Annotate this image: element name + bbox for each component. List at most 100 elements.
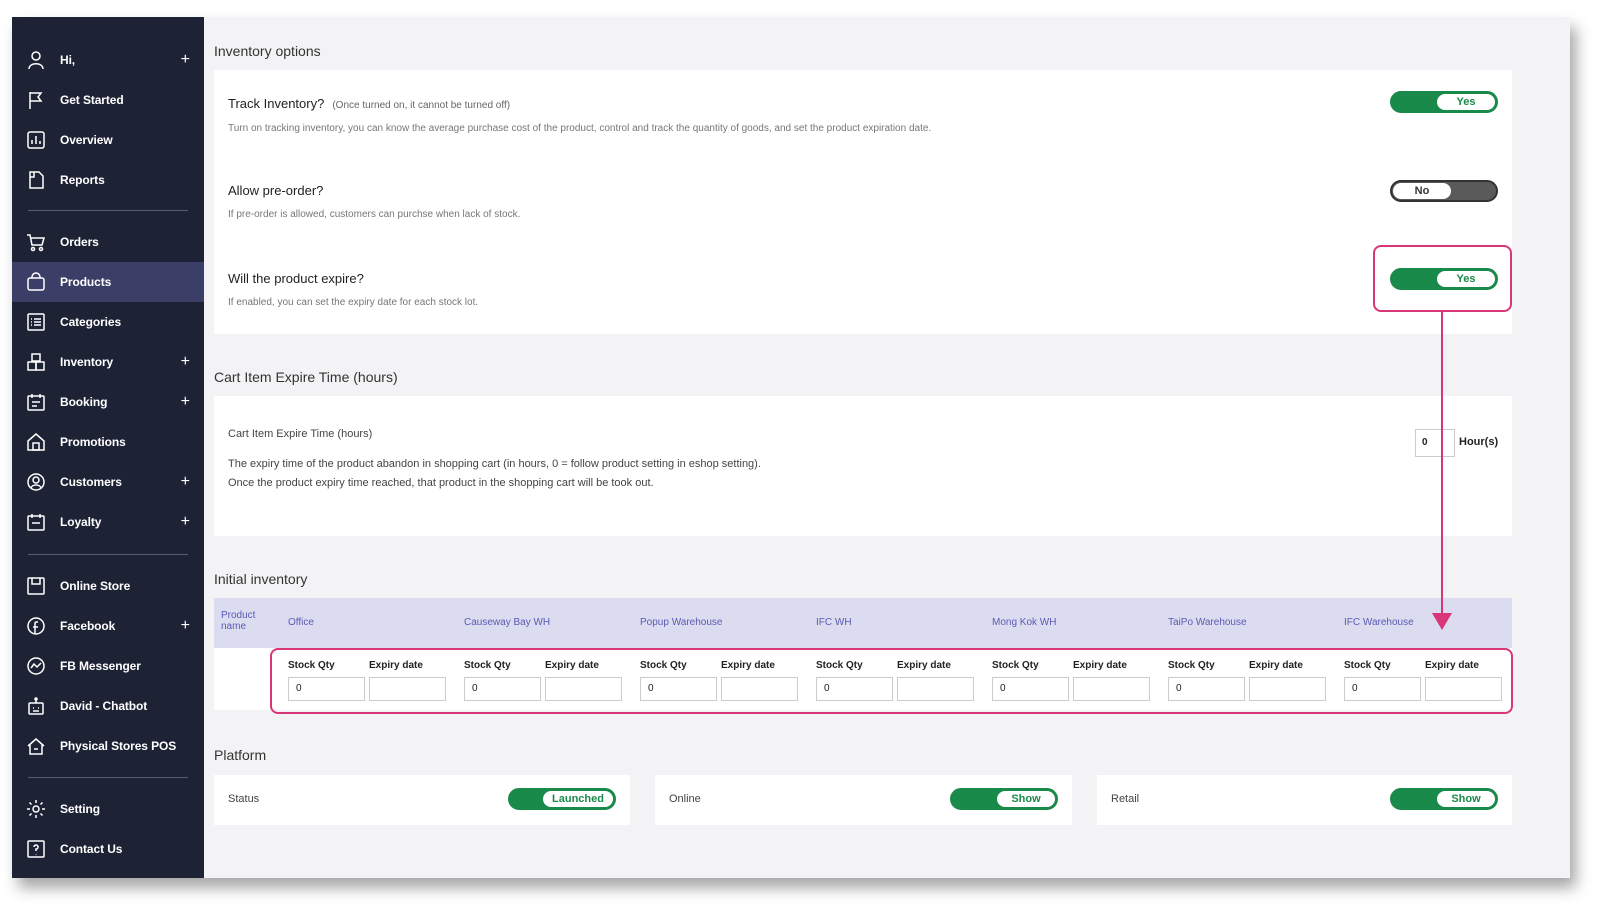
sidebar-item-orders[interactable]: Orders — [12, 222, 204, 262]
warehouse-name: IFC WH — [816, 617, 852, 628]
status-launched-toggle[interactable]: Launched — [508, 788, 616, 810]
sidebar-item-label: Get Started — [60, 93, 124, 107]
sidebar-item-booking[interactable]: Booking + — [12, 382, 204, 422]
sidebar-item-inventory[interactable]: Inventory + — [12, 342, 204, 382]
sidebar-item-customers[interactable]: Customers + — [12, 462, 204, 502]
expand-plus-icon[interactable]: + — [181, 353, 190, 371]
sidebar-item-label: Setting — [60, 802, 100, 816]
expand-plus-icon[interactable]: + — [181, 473, 190, 491]
warehouse-name: Causeway Bay WH — [464, 617, 551, 628]
store-icon — [26, 432, 46, 452]
allow-preorder-title: Allow pre-order? — [228, 183, 324, 198]
loyalty-icon — [26, 512, 46, 532]
expand-plus-icon[interactable]: + — [181, 51, 190, 69]
expand-plus-icon[interactable]: + — [181, 393, 190, 411]
platform-online-label: Online — [669, 793, 701, 805]
warehouse-name: Mong Kok WH — [992, 617, 1057, 628]
list-icon — [26, 312, 46, 332]
warehouse-name: Office — [288, 617, 314, 628]
platform-retail-card: Retail Show — [1097, 775, 1512, 825]
track-inventory-toggle[interactable]: Yes — [1390, 91, 1498, 113]
sidebar-item-reports[interactable]: Reports — [12, 160, 204, 200]
sidebar-item-label: Reports — [60, 173, 105, 187]
online-store-icon — [26, 576, 46, 596]
track-inventory-title: Track Inventory? (Once turned on, it cann… — [228, 96, 510, 111]
sidebar-item-setting[interactable]: Setting — [12, 789, 204, 829]
retail-show-toggle[interactable]: Show — [1390, 788, 1498, 810]
product-name-header: Product name — [221, 610, 256, 632]
track-inventory-note: (Once turned on, it cannot be turned off… — [332, 100, 511, 111]
initial-inventory-title: Initial inventory — [214, 571, 308, 587]
sidebar-item-label: Overview — [60, 133, 113, 147]
sidebar-item-overview[interactable]: Overview — [12, 120, 204, 160]
expire-toggle-highlight — [1373, 245, 1512, 312]
toggle-label: Show — [997, 791, 1055, 807]
sidebar-divider — [28, 554, 188, 555]
sidebar-item-label: Promotions — [60, 435, 126, 449]
cart-icon — [26, 232, 46, 252]
allow-preorder-toggle[interactable]: No — [1390, 180, 1498, 202]
sidebar-item-label: Customers — [60, 475, 122, 489]
messenger-icon — [26, 656, 46, 676]
calendar-icon — [26, 392, 46, 412]
track-inventory-label: Track Inventory? — [228, 96, 325, 111]
sidebar-item-fb-messenger[interactable]: FB Messenger — [12, 646, 204, 686]
document-icon — [26, 170, 46, 190]
sidebar-item-products[interactable]: Products — [12, 262, 204, 302]
sidebar-item-chatbot[interactable]: David - Chatbot — [12, 686, 204, 726]
warehouse-name: IFC Warehouse — [1344, 617, 1414, 628]
inventory-options-title: Inventory options — [214, 43, 321, 59]
chart-icon — [26, 130, 46, 150]
cart-expire-desc-2: Once the product expiry time reached, th… — [228, 477, 654, 489]
sidebar-divider — [28, 777, 188, 778]
sidebar-item-get-started[interactable]: Get Started — [12, 80, 204, 120]
sidebar-item-label: Inventory — [60, 355, 114, 369]
house-icon — [26, 736, 46, 756]
sidebar-item-loyalty[interactable]: Loyalty + — [12, 502, 204, 542]
sidebar-item-facebook[interactable]: Facebook + — [12, 606, 204, 646]
highlight-arrow-line — [1441, 312, 1443, 614]
toggle-label: Yes — [1437, 94, 1495, 110]
stock-row-highlight — [270, 648, 1513, 714]
sidebar-item-label: Loyalty — [60, 515, 102, 529]
warehouse-name: Popup Warehouse — [640, 617, 723, 628]
cart-expire-desc-1: The expiry time of the product abandon i… — [228, 458, 761, 470]
product-expire-title: Will the product expire? — [228, 271, 364, 286]
sidebar-item-label: Physical Stores POS — [60, 739, 177, 753]
user-icon — [26, 50, 46, 70]
sidebar-item-label: Facebook — [60, 619, 116, 633]
highlight-arrow-head-icon — [1432, 613, 1452, 630]
bag-icon — [26, 272, 46, 292]
sidebar-item-contact-us[interactable]: Contact Us — [12, 829, 204, 869]
allow-preorder-desc: If pre-order is allowed, customers can p… — [228, 209, 521, 220]
online-show-toggle[interactable]: Show — [950, 788, 1058, 810]
toggle-label: Show — [1437, 791, 1495, 807]
product-expire-desc: If enabled, you can set the expiry date … — [228, 297, 479, 308]
sidebar-item-physical-stores-pos[interactable]: Physical Stores POS — [12, 726, 204, 766]
sidebar-item-label: FB Messenger — [60, 659, 141, 673]
platform-online-card: Online Show — [655, 775, 1072, 825]
cart-expire-card: Cart Item Expire Time (hours) The expiry… — [214, 396, 1512, 536]
toggle-label: Launched — [543, 791, 613, 807]
sidebar-item-user[interactable]: Hi, + — [12, 40, 204, 80]
boxes-icon — [26, 352, 46, 372]
platform-status-card: Status Launched — [214, 775, 630, 825]
expand-plus-icon[interactable]: + — [181, 617, 190, 635]
help-icon — [26, 839, 46, 859]
platform-retail-label: Retail — [1111, 793, 1140, 805]
sidebar-item-categories[interactable]: Categories — [12, 302, 204, 342]
warehouse-name: TaiPo Warehouse — [1168, 617, 1247, 628]
expand-plus-icon[interactable]: + — [181, 513, 190, 531]
sidebar-item-label: Categories — [60, 315, 122, 329]
chatbot-icon — [26, 696, 46, 716]
cart-expire-title: Cart Item Expire Time (hours) — [214, 369, 398, 385]
flag-icon — [26, 90, 46, 110]
inventory-options-card: Track Inventory? (Once turned on, it cann… — [214, 70, 1512, 334]
app-window: Hi, + Get Started Overview Reports Order… — [12, 17, 1570, 878]
main-content: Inventory options Track Inventory? (Once … — [204, 17, 1570, 878]
gear-icon — [26, 799, 46, 819]
platform-status-label: Status — [228, 793, 260, 805]
cart-expire-hours-input[interactable]: 0 — [1415, 429, 1455, 457]
sidebar-item-promotions[interactable]: Promotions — [12, 422, 204, 462]
sidebar-item-online-store[interactable]: Online Store — [12, 566, 204, 606]
